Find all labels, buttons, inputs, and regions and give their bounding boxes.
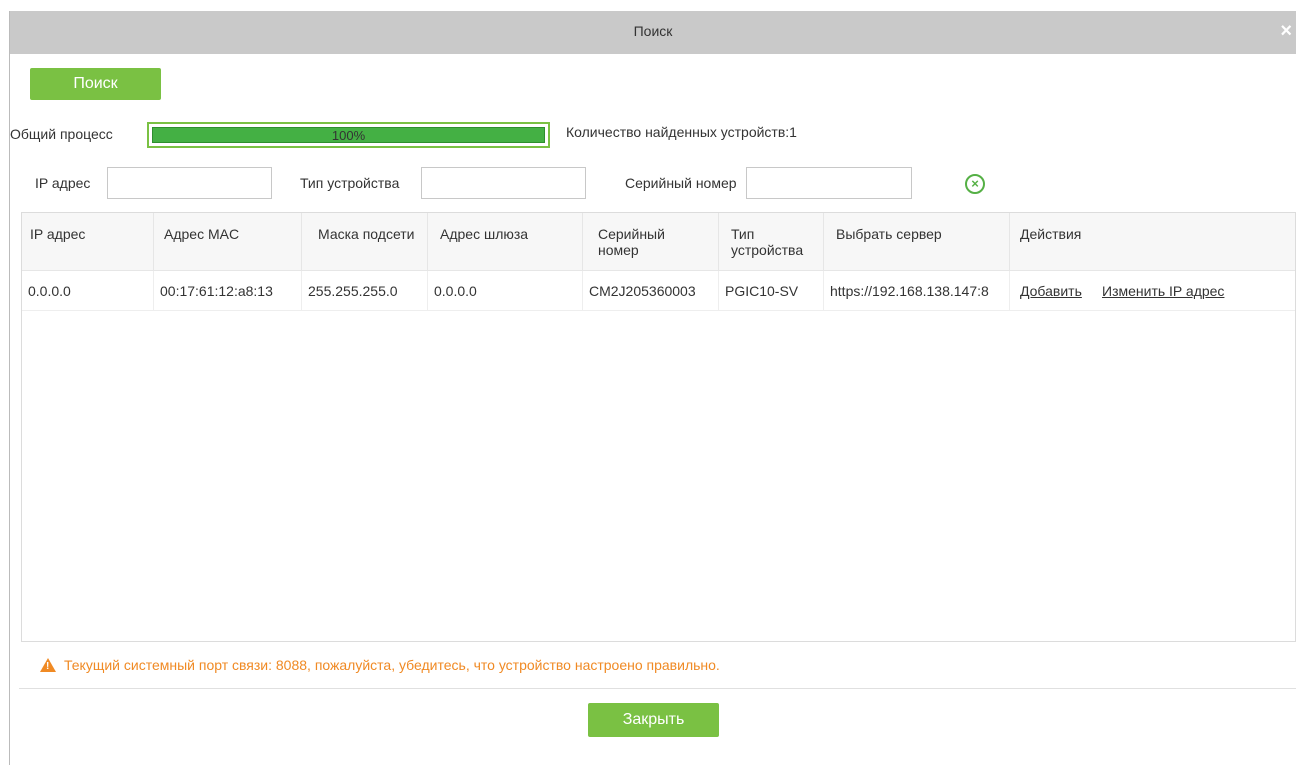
close-button[interactable]: Закрыть	[588, 703, 719, 737]
device-type-filter-input[interactable]	[421, 167, 586, 199]
table-row[interactable]: 0.0.0.0 00:17:61:12:a8:13 255.255.255.0 …	[22, 271, 1295, 311]
column-header[interactable]: Адрес шлюза	[428, 213, 583, 271]
search-dialog: Поиск × Поиск Общий процесс 100% Количес…	[9, 11, 1296, 765]
search-button[interactable]: Поиск	[30, 68, 161, 100]
devices-table: IP адрес Адрес MAC Маска подсети Адрес ш…	[21, 212, 1296, 642]
column-header[interactable]: Маска подсети	[302, 213, 428, 271]
ip-filter-input[interactable]	[107, 167, 272, 199]
dialog-titlebar: Поиск ×	[10, 11, 1296, 54]
clear-filter-icon[interactable]: ×	[965, 174, 985, 194]
change-ip-link[interactable]: Изменить IP адрес	[1102, 283, 1224, 299]
cell-mac: 00:17:61:12:a8:13	[160, 283, 273, 299]
column-header[interactable]: Тип устройства	[719, 213, 824, 271]
serial-number-filter-input[interactable]	[746, 167, 912, 199]
cell-server[interactable]: https://192.168.138.147:8	[830, 283, 989, 299]
table-header: IP адрес Адрес MAC Маска подсети Адрес ш…	[22, 213, 1295, 271]
type-filter-label: Тип устройства	[300, 175, 400, 191]
port-warning: ! Текущий системный порт связи: 8088, по…	[40, 655, 720, 675]
cell-mask: 255.255.255.0	[308, 283, 398, 299]
footer-divider	[19, 688, 1296, 689]
close-icon[interactable]: ×	[1280, 11, 1292, 52]
cell-gateway: 0.0.0.0	[434, 283, 477, 299]
ip-filter-label: IP адрес	[35, 175, 91, 191]
serial-filter-label: Серийный номер	[625, 175, 737, 191]
column-header[interactable]: Действия	[1010, 213, 1295, 271]
column-header[interactable]: IP адрес	[22, 213, 154, 271]
column-header[interactable]: Адрес MAC	[154, 213, 302, 271]
progress-percent: 100%	[331, 128, 366, 143]
add-device-link[interactable]: Добавить	[1020, 283, 1082, 299]
cell-device-type: PGIC10-SV	[725, 283, 799, 299]
cell-serial: CM2J205360003	[589, 283, 696, 299]
warning-text: Текущий системный порт связи: 8088, пожа…	[64, 657, 720, 673]
devices-found-count: Количество найденных устройств:1	[566, 124, 797, 140]
progress-fill: 100%	[152, 127, 545, 143]
warning-icon: !	[40, 658, 56, 672]
dialog-title: Поиск	[633, 23, 673, 39]
cell-ip: 0.0.0.0	[28, 283, 71, 299]
overall-progress-label: Общий процесс	[10, 126, 113, 142]
column-header[interactable]: Выбрать сервер	[824, 213, 1010, 271]
progress-bar: 100%	[147, 122, 550, 148]
column-header[interactable]: Серийный номер	[583, 213, 719, 271]
